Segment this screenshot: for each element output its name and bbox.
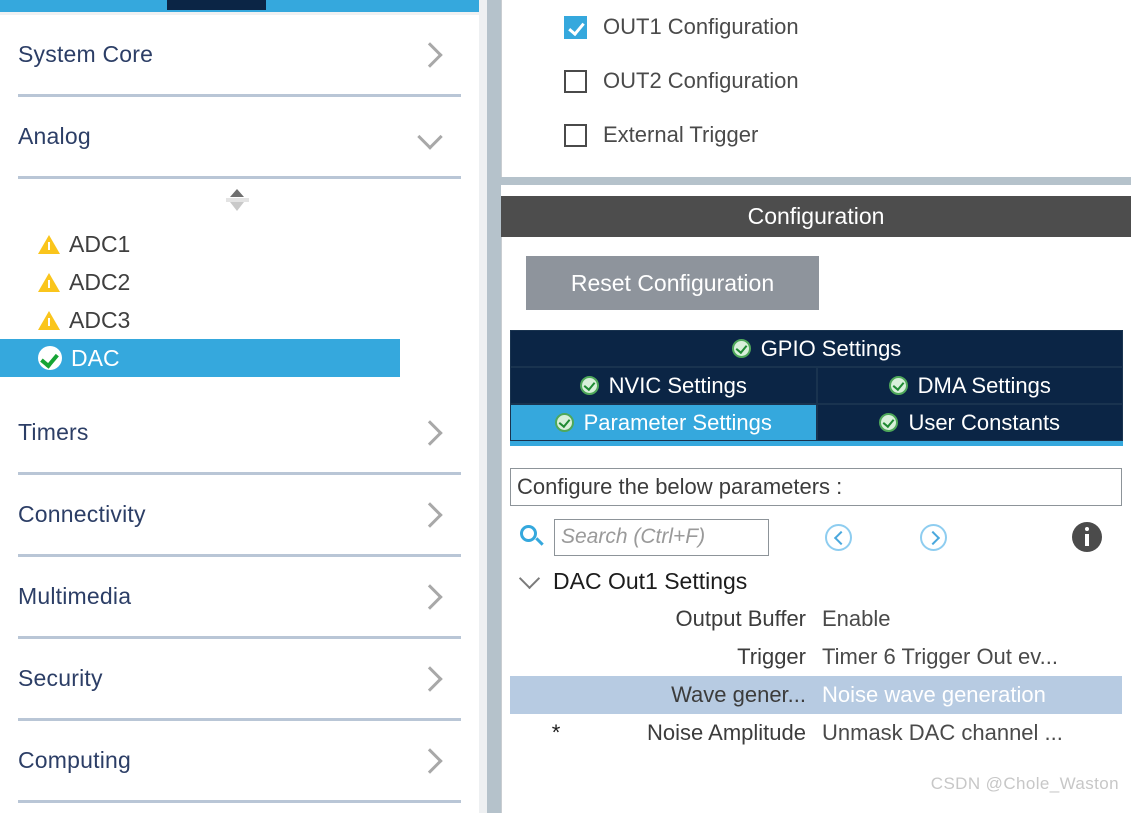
sidebar-category-connectivity[interactable]: Connectivity (18, 475, 461, 557)
checkbox-label: External Trigger (603, 122, 759, 147)
sidebar-item-adc2[interactable]: ADC2 (0, 263, 479, 301)
checkbox-out2[interactable] (564, 69, 587, 93)
tab-dma-settings[interactable]: DMA Settings (816, 367, 1123, 404)
parameter-row-noise-amplitude[interactable]: * Noise Amplitude Unmask DAC channel ... (510, 714, 1122, 752)
warning-icon (38, 310, 60, 330)
sidebar-item-label: ADC1 (69, 230, 131, 257)
sidebar-category-security[interactable]: Security (18, 639, 461, 721)
sidebar-item-adc1[interactable]: ADC1 (0, 225, 479, 263)
previous-match-icon[interactable] (825, 523, 852, 551)
chevron-right-icon (417, 583, 443, 610)
sidebar-item-adc3[interactable]: ADC3 (0, 301, 479, 339)
configuration-body: Reset Configuration GPIO Settings NVIC S… (501, 237, 1131, 813)
pane-gap (479, 0, 487, 813)
sidebar-category-computing[interactable]: Computing (18, 721, 461, 803)
analog-peripheral-list: ADC1 ADC2 ADC3 DAC (0, 225, 479, 377)
chevron-down-icon (417, 123, 443, 150)
parameter-name: Wave gener... (671, 682, 806, 707)
splitter-handle-icon[interactable] (226, 189, 249, 215)
active-tab-underline (510, 441, 1123, 446)
sidebar-item-dac[interactable]: DAC (0, 339, 400, 377)
tab-label: GPIO Settings (760, 335, 902, 361)
info-icon[interactable] (1072, 522, 1102, 552)
chevron-right-icon (417, 419, 443, 446)
tab-user-constants[interactable]: User Constants (816, 404, 1123, 441)
tab-gpio-settings[interactable]: GPIO Settings (510, 330, 1123, 367)
tab-nvic-settings[interactable]: NVIC Settings (510, 367, 817, 404)
peripheral-sidebar: System Core Analog ADC1 ADC2 ADC3 DAC Ti… (0, 15, 479, 813)
sidebar-item-label: ADC2 (69, 268, 131, 295)
parameter-group-label: DAC Out1 Settings (553, 567, 748, 594)
next-match-icon[interactable] (920, 523, 947, 551)
parameter-row-trigger[interactable]: Trigger Timer 6 Trigger Out ev... (510, 638, 1122, 676)
parameter-name: Output Buffer (675, 606, 806, 631)
tab-parameter-settings[interactable]: Parameter Settings (510, 404, 817, 441)
check-ok-icon (731, 339, 751, 358)
parameter-tree: DAC Out1 Settings Output Buffer Enable T… (510, 562, 1122, 752)
configure-parameters-banner: Configure the below parameters : (510, 468, 1122, 506)
parameter-search-row (510, 512, 1122, 562)
parameter-value[interactable]: Unmask DAC channel ... (814, 720, 1122, 746)
sidebar-category-label: Analog (18, 123, 91, 149)
checkbox-row-out2[interactable]: OUT2 Configuration (502, 54, 1131, 108)
chevron-right-icon (417, 501, 443, 528)
configuration-header: Configuration (501, 196, 1131, 237)
parameter-name: Noise Amplitude (647, 720, 806, 745)
checkbox-row-external-trigger[interactable]: External Trigger (502, 108, 1131, 162)
configuration-pane: OUT1 Configuration OUT2 Configuration Ex… (501, 0, 1131, 813)
chevron-right-icon (417, 665, 443, 692)
sidebar-splitter[interactable] (0, 179, 479, 225)
chevron-down-icon (518, 567, 541, 589)
sidebar-item-label: DAC (71, 344, 120, 371)
sidebar-category-label: Timers (18, 419, 89, 445)
parameter-row-wave-generation[interactable]: Wave gener... Noise wave generation (510, 676, 1122, 714)
pane-divider[interactable] (487, 0, 501, 813)
sidebar-category-label: Connectivity (18, 501, 146, 527)
parameter-group-dac-out1[interactable]: DAC Out1 Settings (510, 562, 1122, 600)
parameter-modified-marker: * (551, 720, 561, 745)
top-accent-strip-active-segment (167, 0, 266, 10)
chevron-right-icon (417, 747, 443, 774)
watermark: CSDN @Chole_Waston (930, 774, 1119, 793)
tab-label: NVIC Settings (608, 372, 747, 398)
sidebar-category-label: Security (18, 665, 103, 691)
sidebar-category-multimedia[interactable]: Multimedia (18, 557, 461, 639)
warning-icon (38, 234, 60, 254)
check-ok-icon (38, 346, 62, 370)
panel-separator (501, 177, 1131, 185)
search-input[interactable] (554, 518, 769, 556)
check-ok-icon (554, 413, 574, 432)
sidebar-category-system-core[interactable]: System Core (18, 15, 461, 97)
sidebar-category-label: Multimedia (18, 583, 132, 609)
sidebar-category-timers[interactable]: Timers (18, 393, 461, 475)
parameter-row-output-buffer[interactable]: Output Buffer Enable (510, 600, 1122, 638)
check-ok-icon (879, 413, 899, 432)
mode-checkbox-panel: OUT1 Configuration OUT2 Configuration Ex… (501, 0, 1131, 177)
sidebar-category-label: System Core (18, 41, 154, 67)
configuration-tabs: GPIO Settings NVIC Settings DMA Settings… (510, 330, 1123, 446)
checkbox-row-out1[interactable]: OUT1 Configuration (502, 0, 1131, 54)
tab-label: Parameter Settings (583, 409, 772, 435)
parameter-value[interactable]: Noise wave generation (814, 682, 1122, 708)
parameter-value[interactable]: Timer 6 Trigger Out ev... (814, 644, 1122, 670)
sidebar-category-label: Computing (18, 747, 132, 773)
checkbox-label: OUT1 Configuration (603, 14, 799, 39)
checkbox-out1[interactable] (564, 15, 587, 39)
tab-label: DMA Settings (917, 372, 1051, 398)
check-ok-icon (579, 376, 599, 395)
parameter-name: Trigger (737, 644, 806, 669)
parameter-value[interactable]: Enable (814, 606, 1122, 632)
checkbox-external-trigger[interactable] (564, 123, 587, 147)
sidebar-category-analog[interactable]: Analog (18, 97, 461, 179)
checkbox-label: OUT2 Configuration (603, 68, 799, 93)
sidebar-item-label: ADC3 (69, 306, 131, 333)
check-ok-icon (888, 376, 908, 395)
chevron-right-icon (417, 41, 443, 68)
warning-icon (38, 272, 60, 292)
search-icon (519, 524, 545, 550)
configuration-title: Configuration (747, 203, 885, 229)
reset-configuration-button[interactable]: Reset Configuration (526, 256, 819, 310)
tab-label: User Constants (908, 409, 1061, 435)
